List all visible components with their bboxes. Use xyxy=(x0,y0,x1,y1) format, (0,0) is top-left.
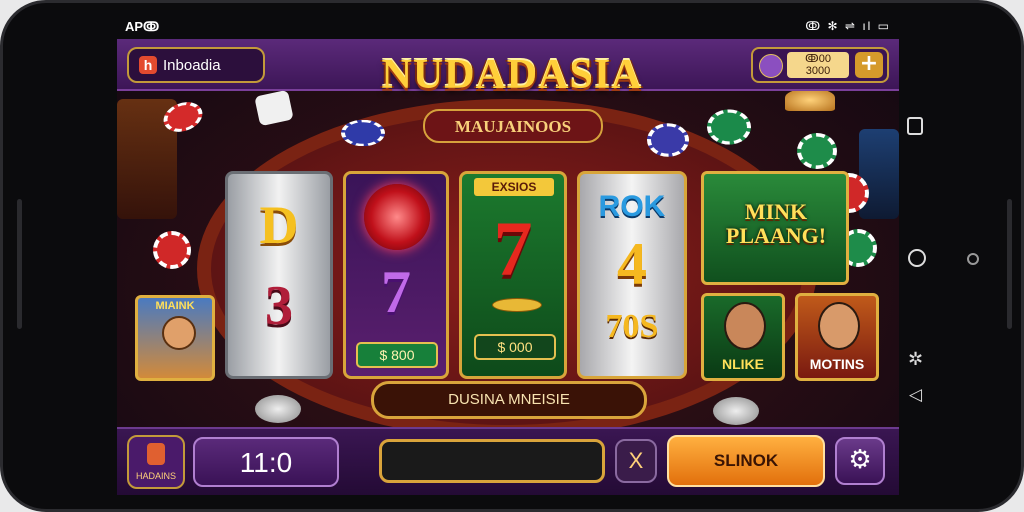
balance-amount: ↂ00 3000 xyxy=(787,52,849,78)
balance-panel: ↂ00 3000 + xyxy=(751,47,889,83)
brand-logo-icon: h xyxy=(139,56,157,74)
gold-coin-icon xyxy=(492,298,542,312)
cup-holder-left xyxy=(255,395,301,423)
player-avatar-icon xyxy=(759,54,783,78)
profile-button[interactable]: HADAINS xyxy=(127,435,185,489)
reel-symbol: 7 xyxy=(381,259,411,325)
reel-2: 7 $ 800 xyxy=(343,171,449,379)
reel-symbol: D xyxy=(259,195,299,255)
info-banner: DUSINA MNEISIE xyxy=(371,381,647,419)
player-emblem-icon xyxy=(147,443,165,465)
dice-icon xyxy=(254,89,294,127)
brand-badge[interactable]: h Inboadia xyxy=(127,47,265,83)
settings-button[interactable]: ⚙ xyxy=(835,437,885,485)
poker-chip-icon xyxy=(707,109,751,145)
home-icon[interactable] xyxy=(908,249,926,267)
spin-button[interactable]: SLINOK xyxy=(667,435,825,487)
reel-symbol: 70S xyxy=(605,308,659,345)
reel-4: ROK 4 70S xyxy=(577,171,687,379)
reel-2-value: $ 800 xyxy=(356,342,438,368)
game-tile-label: MOTINS xyxy=(809,356,865,372)
game-title: NUDADASIA xyxy=(381,52,643,98)
recent-apps-icon[interactable] xyxy=(907,117,923,135)
game-tile-label: NLIKE xyxy=(722,356,764,372)
close-button[interactable]: X xyxy=(615,439,657,483)
profile-label: HADAINS xyxy=(135,471,176,481)
reel-3: EXSIOS 7 $ 000 xyxy=(459,171,567,379)
back-icon[interactable]: ◁ xyxy=(909,385,922,405)
status-icons: ↂ ✻ ⇌ ıl ▭ xyxy=(805,19,891,33)
promo-text: MINK PLAANG! xyxy=(725,199,827,248)
status-time: APↂ xyxy=(125,19,160,34)
bet-display[interactable]: 11:0 xyxy=(193,437,339,487)
right-side-button xyxy=(1007,199,1012,329)
promo-panel[interactable]: MINK PLAANG! xyxy=(701,171,849,285)
game-screen: h Inboadia ↂ00 3000 + NUDADASIA MAUJAINO… xyxy=(117,39,899,495)
add-coins-button[interactable]: + xyxy=(855,52,883,78)
left-side-button xyxy=(17,199,22,329)
reel-3-header: EXSIOS xyxy=(474,178,554,196)
bet-value: 11:0 xyxy=(239,447,293,478)
game-tile-nlike[interactable]: NLIKE xyxy=(701,293,785,381)
red-gem-symbol xyxy=(364,184,430,250)
game-tile-label: MIAINK xyxy=(155,300,195,312)
bottom-bar: HADAINS 11:0 X SLINOK ⚙ xyxy=(117,427,899,495)
gear-icon: ⚙ xyxy=(848,445,872,475)
balance-line2: 3000 xyxy=(805,65,831,77)
character-portrait-icon xyxy=(818,302,860,350)
game-tile-motins[interactable]: MOTINS xyxy=(795,293,879,381)
poker-chip-icon xyxy=(797,133,837,169)
assist-icon[interactable]: ✲ xyxy=(908,349,923,370)
cup-holder-right xyxy=(713,397,759,425)
message-input[interactable] xyxy=(379,439,605,483)
reel-symbol: ROK xyxy=(598,190,666,223)
reel-1: D 3 xyxy=(225,171,333,379)
brand-name: Inboadia xyxy=(163,57,221,74)
phone-frame: APↂ ↂ ✻ ⇌ ıl ▭ ✲ ◁ h Inboadia ↂ00 3000 + xyxy=(0,0,1024,512)
poker-chip-icon xyxy=(341,119,385,147)
game-subtitle: MAUJAINOOS xyxy=(423,109,603,143)
reel-symbol: 3 xyxy=(265,275,293,337)
character-portrait-icon xyxy=(724,302,766,350)
reel-symbol: 4 xyxy=(617,231,647,297)
camera-dot-icon xyxy=(967,253,979,265)
game-tile-left[interactable]: MIAINK xyxy=(135,295,215,381)
reel-symbol: 7 xyxy=(493,205,533,292)
balance-line1: ↂ00 xyxy=(805,53,831,65)
slot-machine-bg-right xyxy=(859,129,899,219)
poker-chip-icon xyxy=(153,231,191,269)
poker-chip-icon xyxy=(647,123,689,157)
lamp-icon xyxy=(785,89,835,111)
character-portrait-icon xyxy=(162,316,196,350)
reel-3-value: $ 000 xyxy=(474,334,556,360)
status-bar: APↂ ↂ ✻ ⇌ ıl ▭ xyxy=(125,17,891,37)
